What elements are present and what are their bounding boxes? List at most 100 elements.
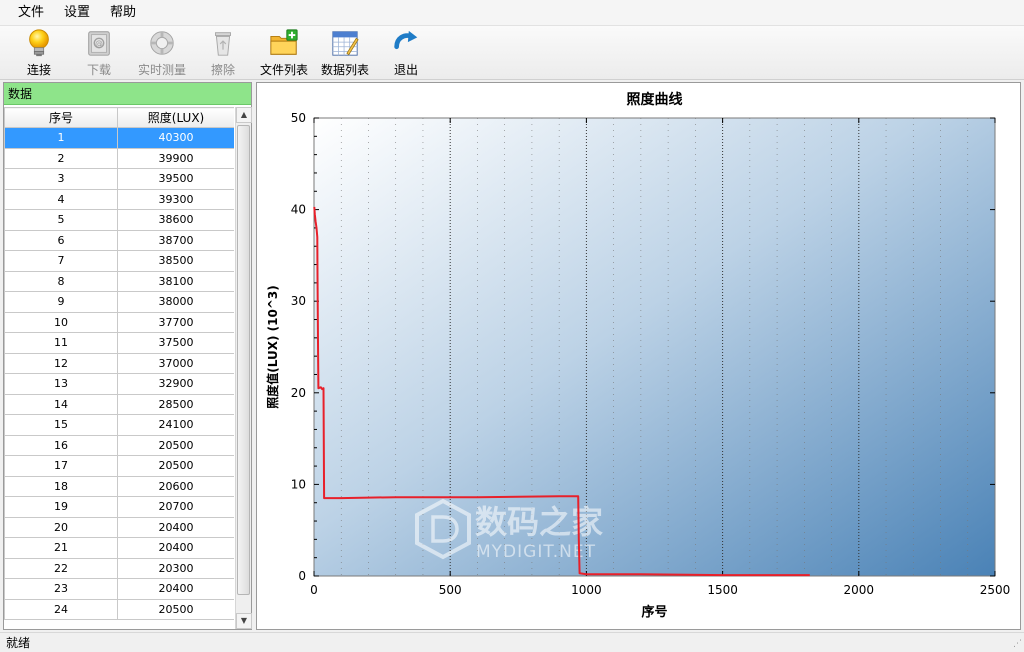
menu-file[interactable]: 文件 — [8, 0, 54, 26]
cell-lux[interactable]: 37500 — [117, 332, 234, 354]
cell-lux[interactable]: 38500 — [117, 250, 234, 272]
cell-lux[interactable]: 37700 — [117, 311, 234, 333]
lifebuoy-icon — [150, 31, 174, 55]
cell-index[interactable]: 6 — [4, 229, 118, 251]
table-row[interactable]: 19 20700 — [4, 496, 234, 518]
scrollbar-thumb[interactable] — [237, 125, 250, 595]
scroll-up-icon[interactable]: ▲ — [236, 107, 252, 123]
x-axis-label: 序号 — [641, 604, 667, 620]
cell-lux[interactable]: 40300 — [117, 127, 234, 149]
scroll-down-icon[interactable]: ▼ — [236, 613, 252, 629]
table-row[interactable]: 15 24100 — [4, 414, 234, 436]
table-row[interactable]: 22 20300 — [4, 557, 234, 579]
table-row[interactable]: 21 20400 — [4, 537, 234, 559]
cell-lux[interactable]: 20500 — [117, 455, 234, 477]
cell-index[interactable]: 21 — [4, 537, 118, 559]
cell-lux[interactable]: 20500 — [117, 434, 234, 456]
erase-button[interactable]: 擦除 — [191, 28, 255, 78]
exit-button[interactable]: 退出 — [374, 28, 438, 78]
cell-index[interactable]: 23 — [4, 578, 118, 600]
cell-index[interactable]: 15 — [4, 414, 118, 436]
table-row[interactable]: 10 37700 — [4, 311, 234, 333]
column-header-index[interactable]: 序号 — [4, 107, 118, 128]
table-row[interactable]: 8 38100 — [4, 270, 234, 292]
connect-button[interactable]: 连接 — [7, 28, 71, 78]
cell-lux[interactable]: 20600 — [117, 475, 234, 497]
cell-lux[interactable]: 39900 — [117, 147, 234, 169]
chart-title: 照度曲线 — [627, 91, 683, 108]
y-tick-label: 40 — [291, 203, 306, 217]
cell-index[interactable]: 10 — [4, 311, 118, 333]
cell-lux[interactable]: 39300 — [117, 188, 234, 210]
cell-index[interactable]: 20 — [4, 516, 118, 538]
y-tick-label: 20 — [291, 386, 306, 400]
cell-index[interactable]: 3 — [4, 168, 118, 190]
cell-lux[interactable]: 37000 — [117, 352, 234, 374]
menu-help[interactable]: 帮助 — [100, 0, 146, 26]
cell-index[interactable]: 11 — [4, 332, 118, 354]
cell-index[interactable]: 8 — [4, 270, 118, 292]
table-row[interactable]: 18 20600 — [4, 475, 234, 497]
cell-index[interactable]: 5 — [4, 209, 118, 231]
table-row[interactable]: 12 37000 — [4, 352, 234, 374]
cell-index[interactable]: 14 — [4, 393, 118, 415]
cell-index[interactable]: 24 — [4, 598, 118, 620]
table-row[interactable]: 14 28500 — [4, 393, 234, 415]
menu-settings[interactable]: 设置 — [54, 0, 100, 26]
table-row[interactable]: 9 38000 — [4, 291, 234, 313]
table-row[interactable]: 4 39300 — [4, 188, 234, 210]
table-row[interactable]: 7 38500 — [4, 250, 234, 272]
cell-index[interactable]: 12 — [4, 352, 118, 374]
table-row[interactable]: 2 39900 — [4, 147, 234, 169]
cell-index[interactable]: 2 — [4, 147, 118, 169]
cell-lux[interactable]: 38700 — [117, 229, 234, 251]
data-grid[interactable]: 序号 照度(LUX) 1 40300 2 39900 3 39500 4 39300 5 3860… — [4, 107, 234, 629]
cell-lux[interactable]: 38100 — [117, 270, 234, 292]
cell-index[interactable]: 17 — [4, 455, 118, 477]
data-list-label: 数据列表 — [320, 63, 369, 77]
y-axis-label: 照度值(LUX) (10^3) — [265, 285, 280, 408]
cell-lux[interactable]: 20400 — [117, 516, 234, 538]
status-bar: 就绪 ⋰ — [0, 632, 1024, 652]
table-row[interactable]: 20 20400 — [4, 516, 234, 538]
table-row[interactable]: 11 37500 — [4, 332, 234, 354]
cell-lux[interactable]: 32900 — [117, 373, 234, 395]
cell-lux[interactable]: 38000 — [117, 291, 234, 313]
cell-index[interactable]: 19 — [4, 496, 118, 518]
cell-index[interactable]: 4 — [4, 188, 118, 210]
cell-index[interactable]: 1 — [4, 127, 118, 149]
cell-index[interactable]: 13 — [4, 373, 118, 395]
column-header-lux[interactable]: 照度(LUX) — [117, 107, 234, 128]
table-row[interactable]: 17 20500 — [4, 455, 234, 477]
resize-grip-icon[interactable]: ⋰ — [1010, 638, 1022, 650]
cell-lux[interactable]: 24100 — [117, 414, 234, 436]
cell-lux[interactable]: 20400 — [117, 578, 234, 600]
cell-index[interactable]: 9 — [4, 291, 118, 313]
data-list-button[interactable]: 数据列表 — [313, 28, 377, 78]
table-row[interactable]: 23 20400 — [4, 578, 234, 600]
cell-index[interactable]: 16 — [4, 434, 118, 456]
realtime-measure-label: 实时测量 — [137, 63, 186, 77]
table-row[interactable]: 24 20500 — [4, 598, 234, 620]
download-button[interactable]: @ 下载 — [67, 28, 131, 78]
table-row[interactable]: 6 38700 — [4, 229, 234, 251]
realtime-measure-button[interactable]: 实时测量 — [130, 28, 194, 78]
table-row[interactable]: 13 32900 — [4, 373, 234, 395]
cell-lux[interactable]: 28500 — [117, 393, 234, 415]
cell-lux[interactable]: 39500 — [117, 168, 234, 190]
cell-lux[interactable]: 20300 — [117, 557, 234, 579]
cell-lux[interactable]: 20500 — [117, 598, 234, 620]
table-row[interactable]: 16 20500 — [4, 434, 234, 456]
table-row[interactable]: 3 39500 — [4, 168, 234, 190]
cell-index[interactable]: 18 — [4, 475, 118, 497]
cell-lux[interactable]: 20400 — [117, 537, 234, 559]
file-list-button[interactable]: 文件列表 — [252, 28, 316, 78]
cell-index[interactable]: 7 — [4, 250, 118, 272]
table-row[interactable]: 1 40300 — [4, 127, 234, 149]
cell-index[interactable]: 22 — [4, 557, 118, 579]
cell-lux[interactable]: 20700 — [117, 496, 234, 518]
safe-icon: @ — [88, 31, 110, 56]
table-row[interactable]: 5 38600 — [4, 209, 234, 231]
vertical-scrollbar[interactable]: ▲ ▼ — [235, 107, 252, 629]
cell-lux[interactable]: 38600 — [117, 209, 234, 231]
